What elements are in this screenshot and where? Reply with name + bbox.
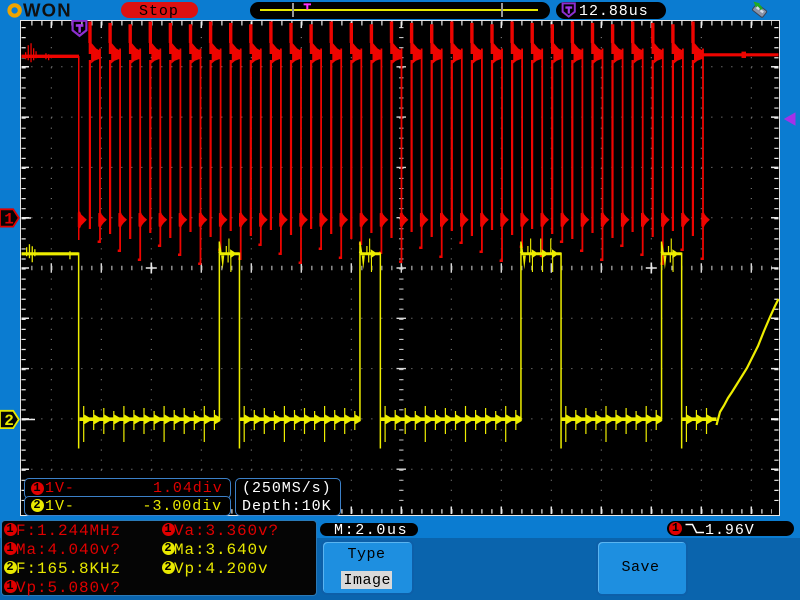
svg-text:2: 2 — [4, 412, 14, 430]
svg-text:1: 1 — [4, 210, 14, 228]
svg-text:WON: WON — [23, 0, 72, 20]
